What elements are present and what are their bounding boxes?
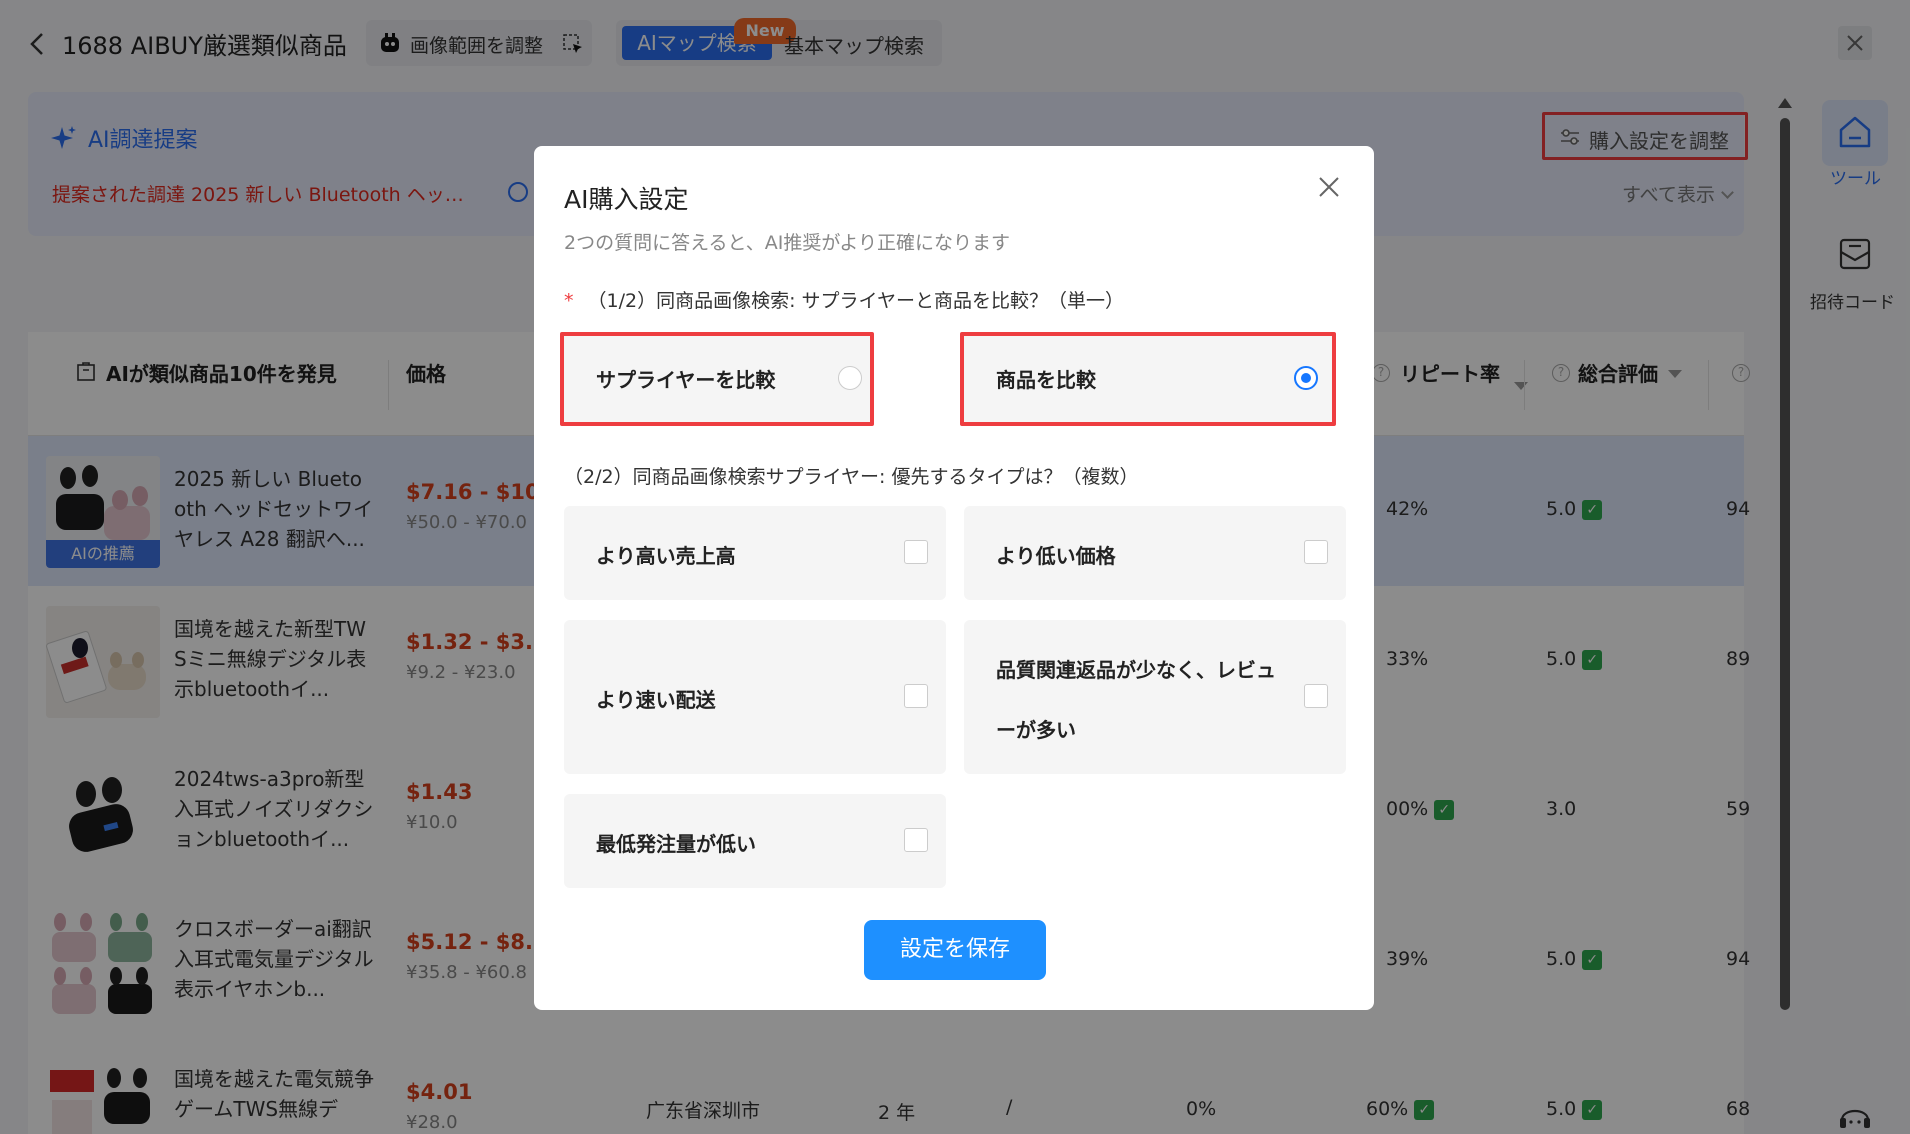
close-icon[interactable] [1316,174,1342,200]
radio-compare-supplier[interactable] [838,366,862,390]
option-compare-product[interactable]: 商品を比較 [960,332,1336,426]
checkbox-lower-price[interactable] [1304,540,1328,564]
required-mark: * [564,290,574,312]
dialog-subtitle: 2つの質問に答えると、AI推奨がより正確になります [564,232,1011,254]
option-label: より低い価格 [996,544,1116,568]
option-compare-supplier[interactable]: サプライヤーを比較 [560,332,874,426]
option-lower-price[interactable]: より低い価格 [964,506,1346,600]
option-fewer-returns[interactable]: 品質関連返品が少なく、レビュ ーが多い [964,620,1346,774]
option-low-moq[interactable]: 最低発注量が低い [564,794,946,888]
option-label-line-2: ーが多い [996,718,1076,742]
option-label: より高い売上高 [596,544,736,568]
ai-purchase-settings-dialog: AI購入設定 2つの質問に答えると、AI推奨がより正確になります * （1/2）同… [534,146,1374,1010]
option-label-line-1: 品質関連返品が少なく、レビュ [996,658,1276,682]
radio-compare-product[interactable] [1294,366,1318,390]
option-higher-sales[interactable]: より高い売上高 [564,506,946,600]
checkbox-faster-delivery[interactable] [904,684,928,708]
option-label: サプライヤーを比較 [596,368,776,392]
question-1-text: （1/2）同商品画像検索: サプライヤーと商品を比較？（単一） [587,290,1124,312]
option-label: 商品を比較 [996,368,1096,392]
checkbox-higher-sales[interactable] [904,540,928,564]
option-label: より速い配送 [596,688,716,712]
checkbox-low-moq[interactable] [904,828,928,852]
checkbox-fewer-returns[interactable] [1304,684,1328,708]
dialog-title: AI購入設定 [564,185,689,214]
option-faster-delivery[interactable]: より速い配送 [564,620,946,774]
question-2: （2/2）同商品画像検索サプライヤー: 優先するタイプは？（複数） [564,466,1139,488]
question-1: * （1/2）同商品画像検索: サプライヤーと商品を比較？（単一） [564,286,1124,313]
save-settings-button[interactable]: 設定を保存 [864,920,1046,980]
option-label: 最低発注量が低い [596,832,756,856]
